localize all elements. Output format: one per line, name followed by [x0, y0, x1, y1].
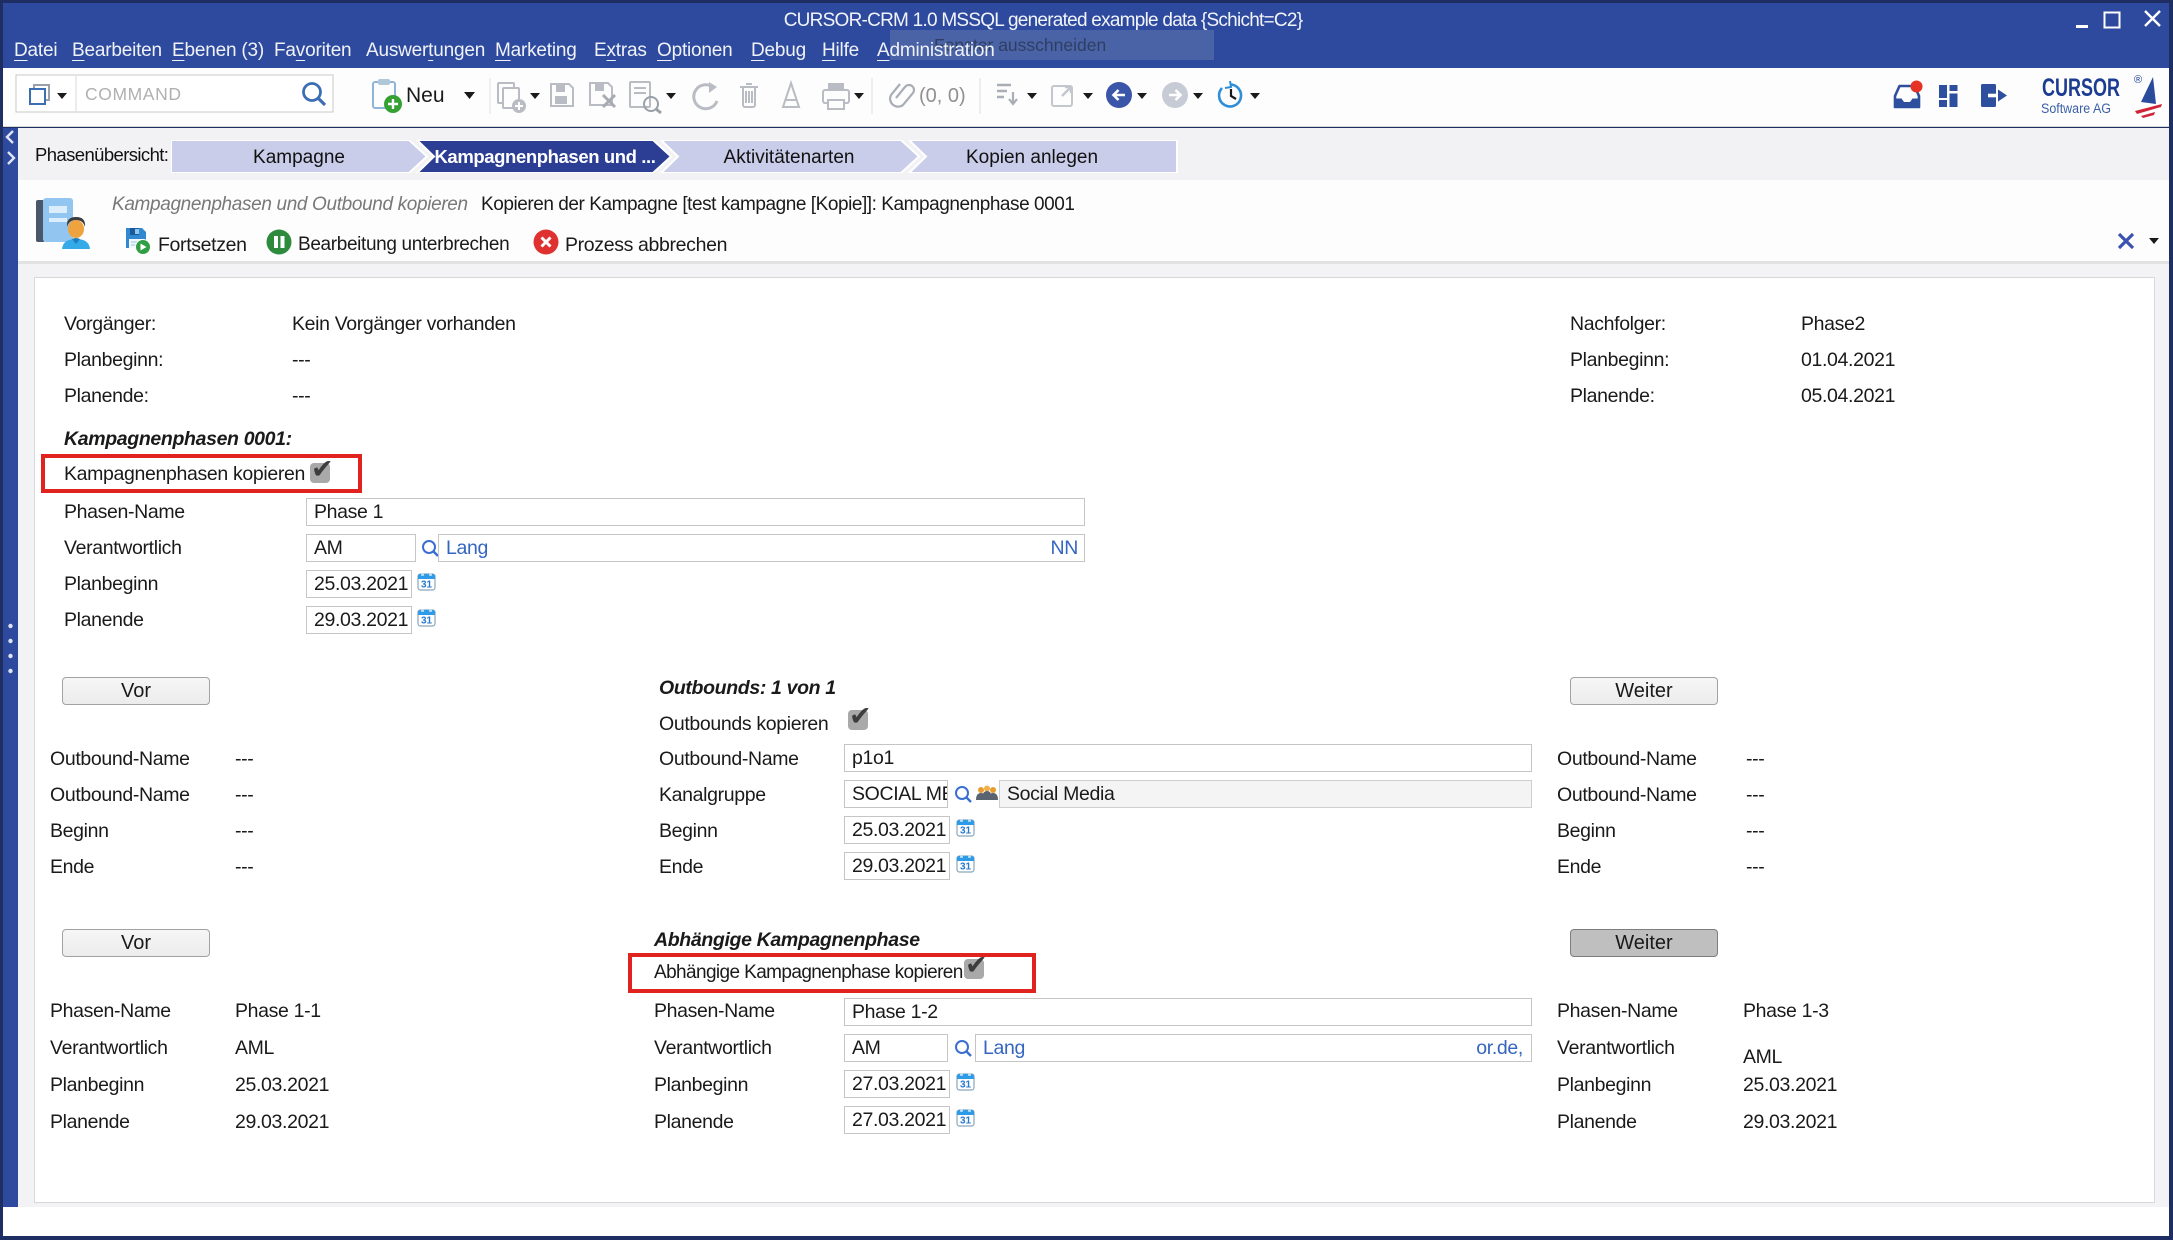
svg-text:31: 31: [960, 862, 972, 873]
svg-text:Neu: Neu: [406, 84, 445, 107]
svg-text:31: 31: [421, 580, 433, 591]
svg-text:®: ®: [2134, 74, 2142, 86]
svg-text:Aktivitätenarten: Aktivitätenarten: [724, 147, 855, 168]
svg-text:31: 31: [960, 1116, 972, 1127]
svg-text:(0, 0): (0, 0): [919, 85, 966, 107]
svg-text:31: 31: [960, 1080, 972, 1091]
svg-text:CURSOR: CURSOR: [2042, 74, 2120, 102]
svg-text:31: 31: [421, 616, 433, 627]
svg-text:Kampagne: Kampagne: [253, 147, 345, 168]
svg-text:Kopien anlegen: Kopien anlegen: [966, 147, 1098, 168]
svg-text:Kampagnenphasen und ...: Kampagnenphasen und ...: [434, 146, 655, 167]
svg-text:31: 31: [960, 826, 972, 837]
svg-text:Software AG: Software AG: [2041, 101, 2111, 116]
svg-text:COMMAND: COMMAND: [85, 84, 182, 104]
